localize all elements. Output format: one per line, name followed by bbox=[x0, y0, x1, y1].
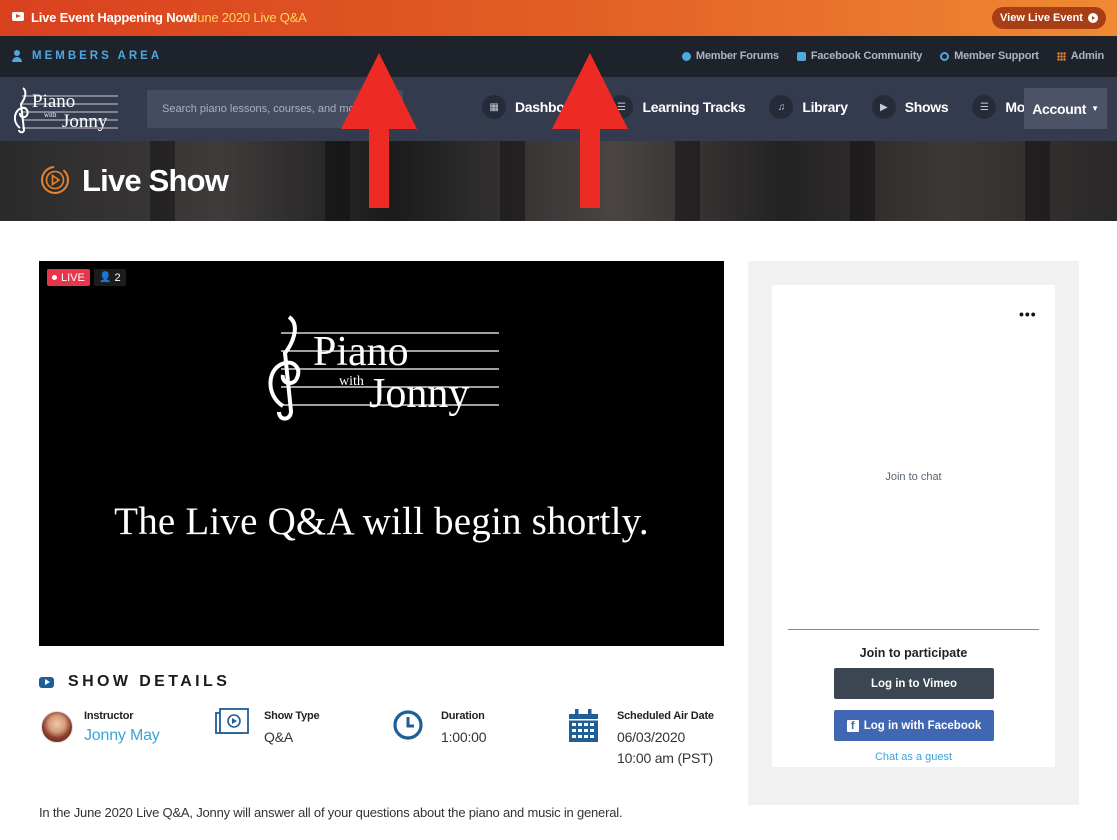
instructor-label: Instructor bbox=[84, 710, 134, 722]
play-icon: ▶ bbox=[871, 95, 896, 119]
live-event-message: Live Event Happening Now! bbox=[31, 10, 198, 25]
video-message: The Live Q&A will begin shortly. bbox=[114, 500, 649, 543]
members-area-label: MEMBERS AREA bbox=[32, 50, 163, 62]
member-forums-label: Member Forums bbox=[695, 50, 779, 62]
show-type-label: Show Type bbox=[264, 710, 320, 722]
join-to-chat-text: Join to chat bbox=[885, 471, 942, 483]
calendar-icon bbox=[569, 709, 598, 742]
viewer-count: 2 bbox=[114, 271, 121, 284]
video-stack-icon bbox=[215, 708, 249, 734]
menu-icon: ☰ bbox=[972, 95, 997, 119]
live-label: LIVE bbox=[61, 271, 85, 284]
live-badge: LIVE bbox=[47, 269, 90, 286]
duration-value: 1:00:00 bbox=[441, 729, 487, 745]
show-details-title: SHOW DETAILS bbox=[68, 673, 231, 690]
facebook-button-label: Log in with Facebook bbox=[863, 719, 982, 732]
music-note-icon: ♫ bbox=[769, 95, 794, 119]
member-forums-link[interactable]: Member Forums bbox=[681, 50, 779, 62]
clock-icon bbox=[393, 710, 423, 740]
show-details-heading: SHOW DETAILS bbox=[39, 673, 230, 691]
logo-text-jonny: Jonny bbox=[62, 111, 108, 132]
logo-text-with: with bbox=[44, 111, 57, 119]
video-logo-text-with: with bbox=[339, 374, 364, 389]
account-label: Account bbox=[1032, 100, 1087, 117]
facebook-community-link[interactable]: Facebook Community bbox=[796, 50, 923, 62]
member-support-label: Member Support bbox=[954, 50, 1039, 62]
piano-with-jonny-logo[interactable]: Piano with Jonny bbox=[10, 84, 120, 134]
nav-library-label: Library bbox=[802, 99, 848, 115]
nav-item-learning-tracks[interactable]: ☰ Learning Tracks bbox=[609, 95, 746, 119]
scheduled-air-time-value: 10:00 am (PST) bbox=[617, 750, 714, 766]
live-event-banner: Live Event Happening Now! June 2020 Live… bbox=[0, 0, 1117, 36]
instructor-name-link[interactable]: Jonny May bbox=[84, 727, 160, 745]
duration-label: Duration bbox=[441, 710, 485, 722]
video-player[interactable]: LIVE 👤 2 Piano with Jonny The Live Q&A wi… bbox=[39, 261, 724, 646]
caret-down-icon: ▼ bbox=[1091, 104, 1099, 113]
live-event-link[interactable]: June 2020 Live Q&A bbox=[191, 10, 307, 25]
youtube-icon bbox=[39, 676, 54, 688]
video-logo-text-piano: Piano bbox=[313, 329, 409, 375]
admin-link[interactable]: Admin bbox=[1056, 50, 1104, 62]
grid-icon bbox=[1056, 51, 1066, 61]
nav-shows-label: Shows bbox=[904, 99, 949, 115]
nav-item-library[interactable]: ♫ Library bbox=[769, 95, 848, 119]
facebook-community-label: Facebook Community bbox=[810, 50, 923, 62]
nav-learning-tracks-label: Learning Tracks bbox=[642, 99, 746, 115]
arrow-right-circle-icon bbox=[1087, 13, 1098, 23]
video-logo-text-jonny: Jonny bbox=[369, 371, 469, 417]
chat-as-guest-link[interactable]: Chat as a guest bbox=[772, 751, 1055, 763]
account-dropdown[interactable]: Account ▼ bbox=[1024, 88, 1107, 129]
log-in-with-facebook-button[interactable]: f Log in with Facebook bbox=[834, 710, 994, 741]
scheduled-air-date-value: 06/03/2020 bbox=[617, 729, 686, 745]
youtube-icon bbox=[12, 12, 24, 21]
page-title: Live Show bbox=[82, 163, 229, 198]
view-live-event-button[interactable]: View Live Event bbox=[992, 7, 1106, 29]
more-options-icon[interactable]: ••• bbox=[1019, 306, 1037, 322]
show-type-value: Q&A bbox=[264, 729, 293, 745]
facebook-icon: f bbox=[846, 719, 859, 732]
view-live-event-label: View Live Event bbox=[1000, 12, 1083, 24]
live-dot-icon bbox=[52, 275, 57, 280]
viewer-person-icon: 👤 bbox=[99, 272, 112, 283]
admin-label: Admin bbox=[1070, 50, 1104, 62]
join-to-participate-text: Join to participate bbox=[859, 646, 968, 660]
facebook-icon bbox=[796, 51, 806, 61]
red-arrow-annotation-2 bbox=[552, 53, 628, 208]
log-in-to-vimeo-button[interactable]: Log in to Vimeo bbox=[834, 668, 994, 699]
support-icon bbox=[940, 51, 950, 61]
red-arrow-annotation-1 bbox=[341, 53, 417, 208]
scheduled-air-date-label: Scheduled Air Date bbox=[617, 710, 714, 722]
viewer-count-badge: 👤 2 bbox=[94, 269, 126, 286]
top-links: Member Forums Facebook Community Member … bbox=[681, 50, 1104, 62]
chat-divider bbox=[788, 629, 1039, 630]
user-icon bbox=[12, 50, 22, 62]
video-logo: Piano with Jonny bbox=[268, 315, 499, 421]
nav-item-shows[interactable]: ▶ Shows bbox=[871, 95, 949, 119]
show-description: In the June 2020 Live Q&A, Jonny will an… bbox=[39, 805, 623, 820]
logo-text-piano: Piano bbox=[32, 91, 75, 112]
live-show-icon bbox=[41, 166, 69, 194]
grid-icon: ▦ bbox=[482, 95, 506, 119]
globe-icon bbox=[681, 51, 691, 61]
instructor-avatar bbox=[41, 711, 73, 743]
member-support-link[interactable]: Member Support bbox=[940, 50, 1039, 62]
